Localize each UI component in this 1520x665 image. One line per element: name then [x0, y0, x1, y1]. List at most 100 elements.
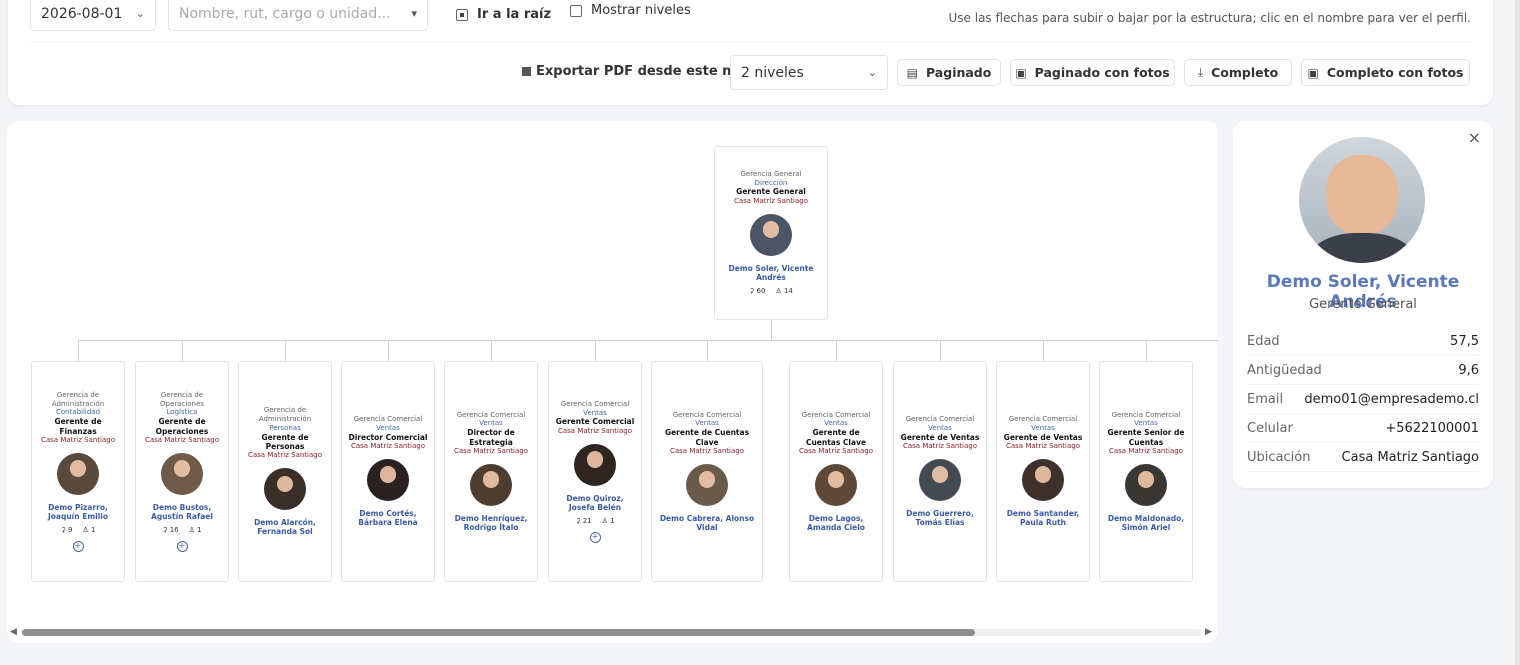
connector-line: [836, 340, 837, 361]
node-name-link[interactable]: Demo Soler, Vicente Andrés: [719, 264, 823, 283]
node-unit: Ventas: [583, 408, 607, 417]
node-location: Casa Matriz Santiago: [798, 446, 873, 455]
node-name-link[interactable]: Demo Lagos, Amanda Cielo: [794, 514, 878, 533]
avatar: [919, 458, 961, 501]
count-direct: 1: [610, 517, 615, 526]
org-node-root[interactable]: Gerencia General Dirección Gerente Gener…: [714, 146, 828, 320]
node-unit: Ventas: [376, 424, 400, 433]
node-position: Gerente de Cuentas Clave: [664, 428, 750, 447]
node-department: Gerencia General: [740, 169, 802, 178]
goto-root-button[interactable]: Ir a la raíz: [456, 7, 551, 22]
node-department: Gerencia Comercial: [353, 415, 423, 424]
levels-value: 2 niveles: [741, 64, 804, 81]
node-name-link[interactable]: Demo Quiroz, Josefa Belén: [553, 494, 637, 513]
page-scrollbar[interactable]: [1515, 0, 1520, 665]
node-location: Casa Matriz Santiago: [1108, 446, 1183, 455]
connector-line: [78, 340, 79, 361]
org-node[interactable]: Gerencia de Operaciones Logística Gerente …: [135, 361, 229, 582]
expand-node-icon[interactable]: +: [176, 541, 188, 553]
count-team: 9: [67, 526, 73, 535]
node-name-link[interactable]: Demo Henríquez, Rodrigo Ítalo: [449, 514, 533, 533]
node-unit: Logística: [166, 408, 198, 417]
paged-button[interactable]: ▤ Paginado: [897, 59, 1001, 86]
scroll-left-icon[interactable]: ◀: [10, 627, 17, 637]
count-direct: 1: [90, 526, 96, 535]
connector-line: [771, 320, 772, 340]
toolbar: 2026-08-01 ⌄ Nombre, rut, cargo o unidad…: [8, 0, 1493, 105]
complete-photos-label: Completo con fotos: [1326, 65, 1464, 80]
person-icon: ♙ 1: [188, 526, 202, 535]
org-node[interactable]: Gerencia Comercial Ventas Gerente Comercia…: [548, 361, 642, 582]
node-position: Gerente de Ventas: [1003, 432, 1083, 442]
expand-node-icon[interactable]: +: [589, 532, 601, 544]
node-unit: Personas: [269, 423, 301, 432]
profile-field: Edad 57,5: [1247, 327, 1479, 356]
node-name-link[interactable]: Demo Guerrero, Tomás Elías: [898, 509, 982, 528]
date-input[interactable]: 2026-08-01 ⌄: [30, 0, 156, 31]
org-node[interactable]: Gerencia Comercial Ventas Director Comerci…: [341, 361, 435, 582]
profile-title: Gerente General: [1309, 297, 1417, 312]
org-chart-canvas[interactable]: Gerencia General Dirección Gerente Gener…: [7, 121, 1218, 643]
levels-select[interactable]: 2 niveles ⌄: [730, 55, 888, 90]
node-stats: ⚳ 21 ♙ 1: [575, 517, 614, 526]
dropdown-caret-icon[interactable]: ▾: [411, 7, 417, 20]
export-pdf-label: Exportar PDF desde este nodo: [522, 64, 759, 79]
field-value: 57,5: [1450, 333, 1479, 349]
node-stats: ⚳ 60 ♙ 14: [749, 287, 793, 296]
org-node[interactable]: Gerencia Comercial Ventas Gerente de Venta…: [996, 361, 1090, 582]
node-department: Gerencia Comercial: [1111, 410, 1181, 419]
paged-photos-icon: ▣: [1015, 65, 1027, 80]
scroll-thumb[interactable]: [22, 629, 975, 636]
org-node[interactable]: Gerencia Comercial Ventas Gerente de Cuent…: [651, 361, 763, 582]
export-label-text: Exportar PDF desde este nodo: [536, 64, 759, 79]
chevron-down-icon[interactable]: ⌄: [868, 66, 877, 79]
field-label: Edad: [1247, 333, 1280, 349]
node-name-link[interactable]: Demo Cabrera, Alonso Vidal: [656, 514, 758, 533]
node-location: Casa Matriz Santiago: [902, 442, 977, 451]
connector-line: [79, 340, 1218, 341]
profile-field: Antigüedad 9,6: [1247, 356, 1479, 385]
avatar: [815, 463, 857, 506]
org-node[interactable]: Gerencia Comercial Ventas Gerente de Cuent…: [789, 361, 883, 582]
chevron-down-icon[interactable]: ⌄: [136, 7, 145, 20]
node-department: Gerencia Comercial: [672, 410, 742, 419]
field-value: +5622100001: [1385, 420, 1479, 436]
org-node[interactable]: Gerencia Comercial Ventas Gerente Senior d…: [1099, 361, 1193, 582]
people-icon: ⚳ 16: [162, 526, 179, 535]
profile-field: Ubicación Casa Matriz Santiago: [1247, 443, 1479, 472]
avatar: [1125, 463, 1167, 506]
org-node[interactable]: Gerencia Comercial Ventas Gerente de Venta…: [893, 361, 987, 582]
node-name-link[interactable]: Demo Cortés, Bárbara Elena: [346, 509, 430, 528]
node-position: Gerente de Ventas: [900, 432, 980, 442]
people-icon: ⚳ 9: [60, 526, 73, 535]
node-unit: Ventas: [824, 419, 848, 428]
paged-photos-button[interactable]: ▣ Paginado con fotos: [1010, 59, 1175, 86]
node-name-link[interactable]: Demo Maldonado, Simón Ariel: [1104, 514, 1188, 533]
org-node[interactable]: Gerencia Comercial Ventas Director de Estr…: [444, 361, 538, 582]
node-position: Gerente de Finanzas: [54, 417, 102, 436]
org-node[interactable]: Gerencia de Administración Contabilidad Ge…: [31, 361, 125, 582]
node-name-link[interactable]: Demo Santander, Paula Ruth: [1001, 509, 1085, 528]
avatar: [1022, 458, 1064, 501]
connector-line: [491, 340, 492, 361]
node-unit: Ventas: [1134, 419, 1158, 428]
expand-node-icon[interactable]: +: [72, 541, 84, 553]
paged-icon: ▤: [906, 65, 918, 80]
scroll-right-icon[interactable]: ▶: [1205, 627, 1212, 637]
field-value: Casa Matriz Santiago: [1341, 449, 1479, 465]
org-node[interactable]: Gerencia de Administración Personas Gerent…: [238, 361, 332, 582]
node-name-link[interactable]: Demo Bustos, Agustín Rafael: [140, 503, 224, 522]
search-input[interactable]: Nombre, rut, cargo o unidad... ▾: [168, 0, 428, 31]
horizontal-scrollbar[interactable]: ◀ ▶: [7, 626, 1218, 638]
checkbox-icon[interactable]: [570, 4, 582, 17]
show-levels-checkbox[interactable]: Mostrar niveles: [570, 3, 691, 18]
node-name-link[interactable]: Demo Alarcón, Fernanda Sol: [243, 518, 327, 537]
node-location: Casa Matriz Santiago: [669, 446, 744, 455]
complete-button[interactable]: ⤓ Completo: [1184, 59, 1292, 86]
close-icon[interactable]: ×: [1468, 128, 1481, 147]
complete-photos-button[interactable]: ▣ Completo con fotos: [1301, 59, 1470, 86]
person-icon: ♙ 14: [775, 287, 793, 296]
node-department: Gerencia Comercial: [560, 399, 630, 408]
node-name-link[interactable]: Demo Pizarro, Joaquín Emilio: [36, 503, 120, 522]
count-direct: 1: [197, 526, 202, 535]
